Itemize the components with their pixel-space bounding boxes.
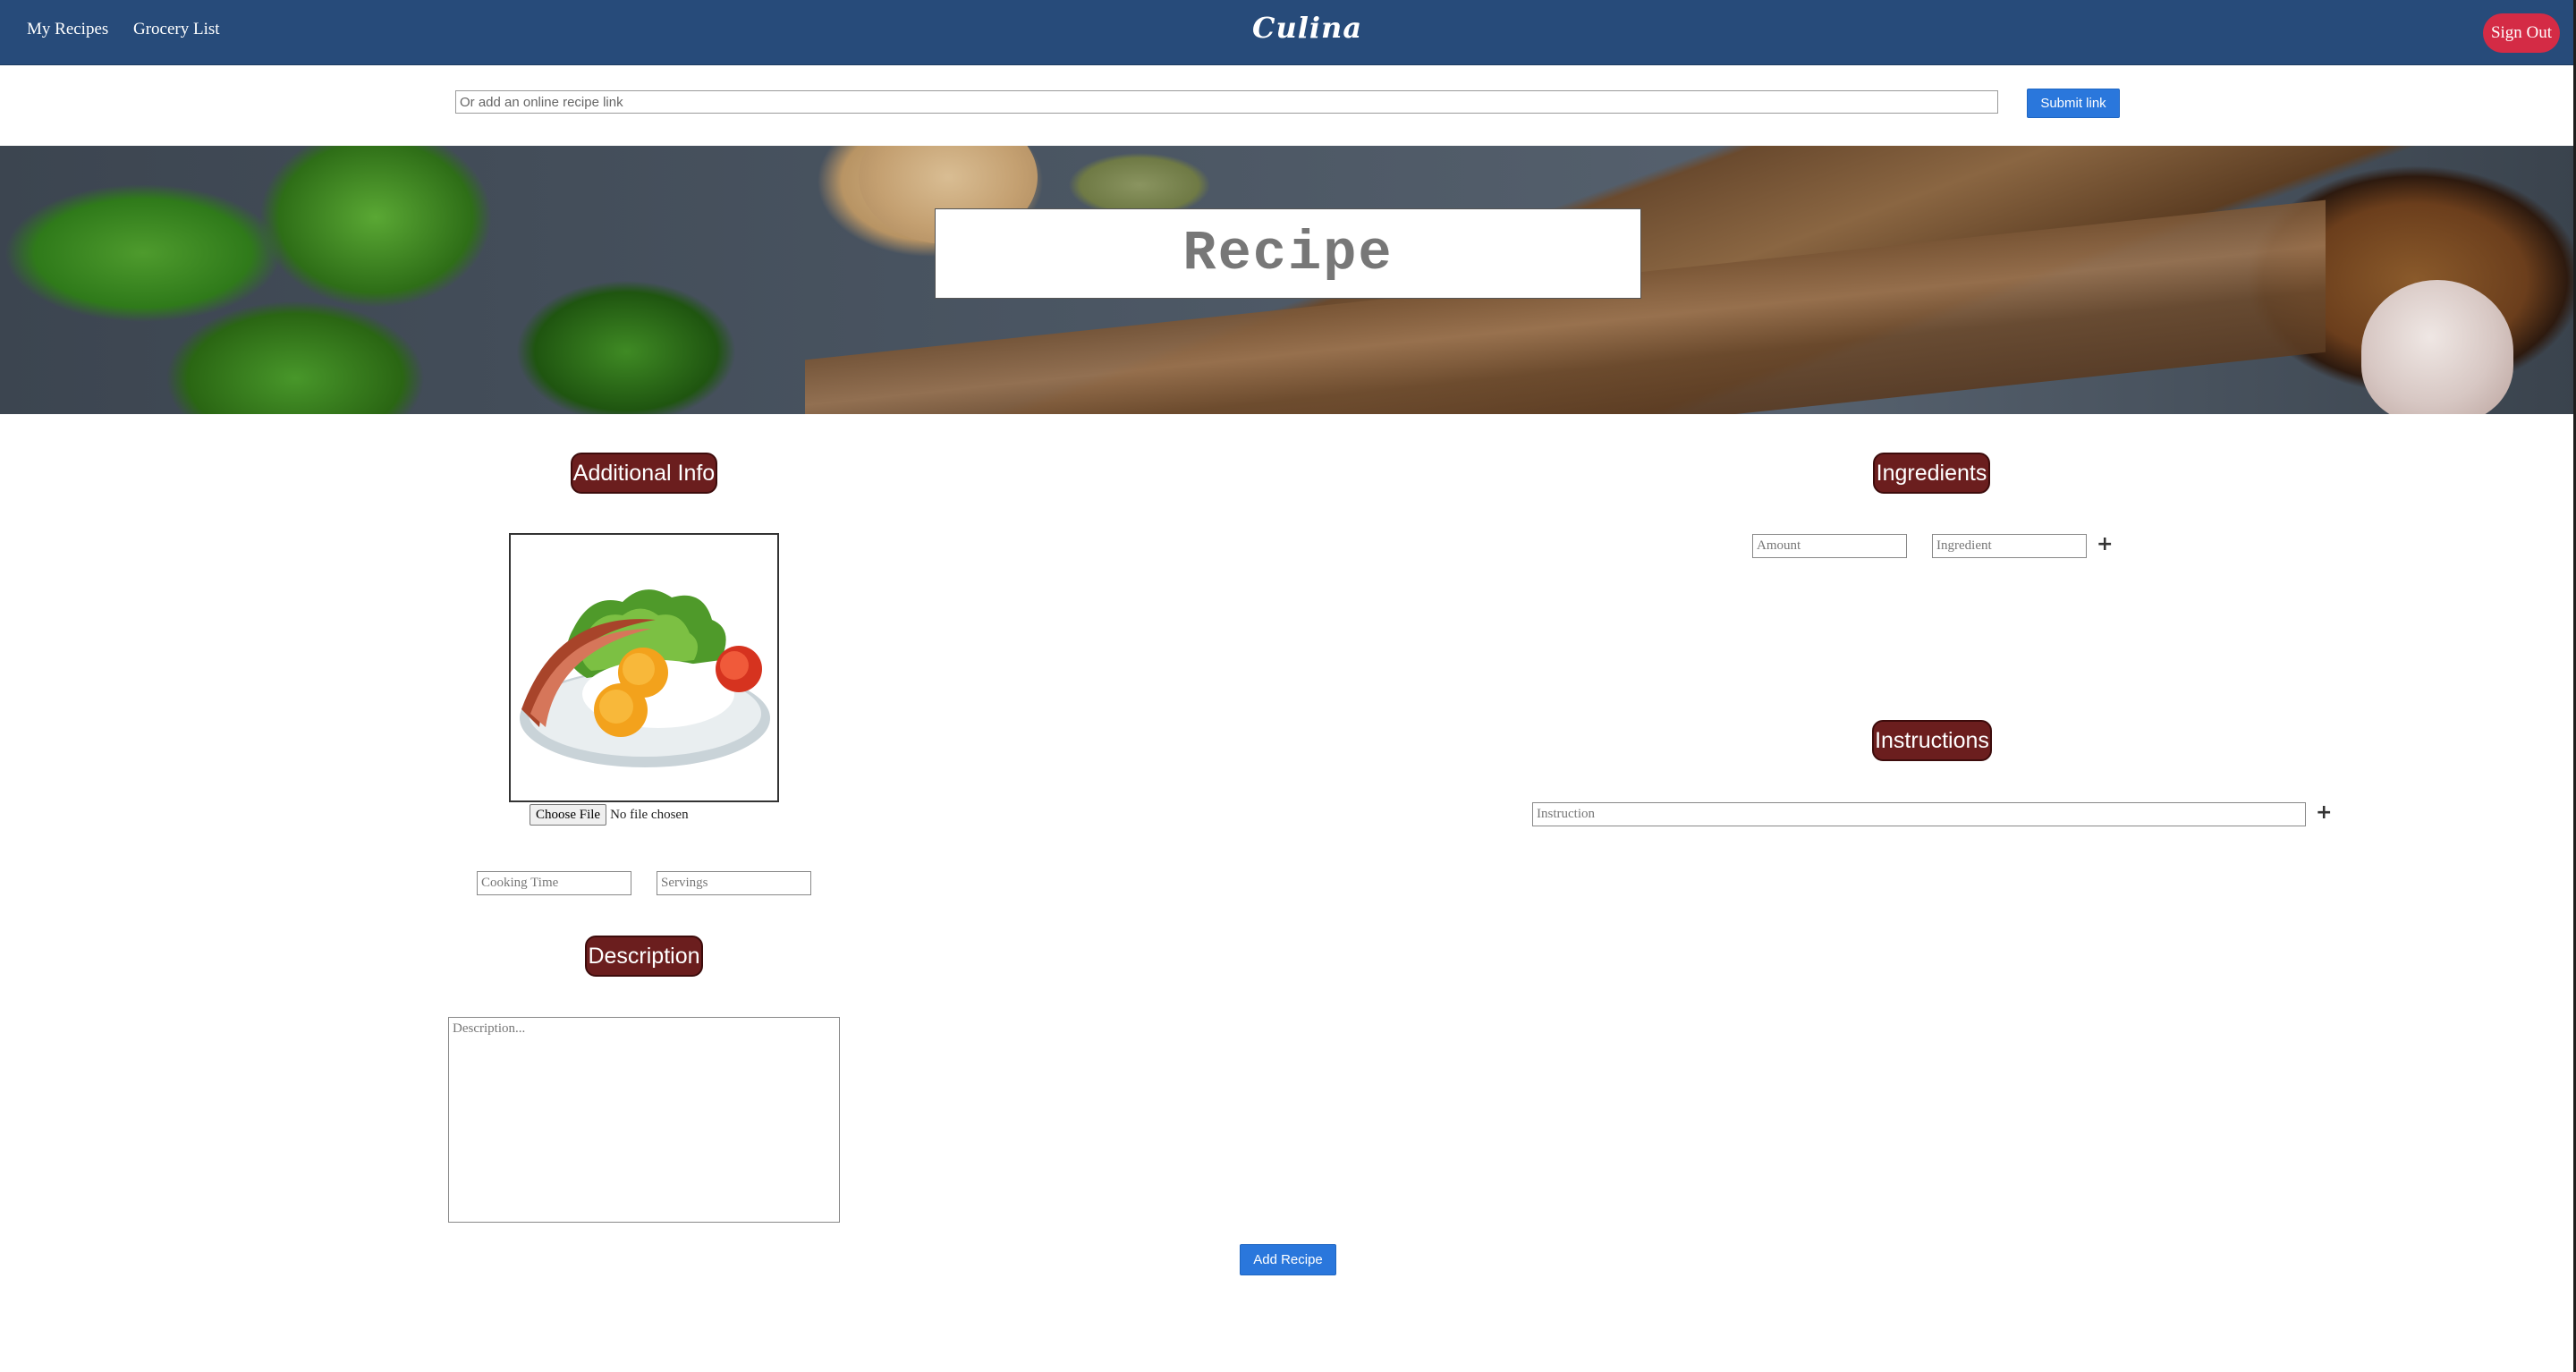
- recipe-photo: [509, 533, 779, 802]
- navbar: My Recipes Grocery List Culina Sign Out: [0, 0, 2576, 65]
- file-status: No file chosen: [610, 807, 689, 822]
- nav-my-recipes[interactable]: My Recipes: [27, 20, 108, 39]
- hero-garlic: [2361, 280, 2513, 414]
- amount-input[interactable]: [1752, 534, 1907, 558]
- recipe-link-input[interactable]: [455, 90, 1998, 114]
- add-instruction-icon[interactable]: +: [2316, 803, 2332, 823]
- sign-out-button[interactable]: Sign Out: [2483, 13, 2560, 53]
- recipe-title-field[interactable]: Recipe: [935, 208, 1641, 299]
- food-plate-illustration: [520, 589, 770, 767]
- ingredients-heading: Ingredients: [1873, 453, 1990, 494]
- description-textarea[interactable]: [448, 1017, 840, 1223]
- nav-grocery-list[interactable]: Grocery List: [133, 20, 220, 39]
- add-recipe-button[interactable]: Add Recipe: [1240, 1244, 1336, 1275]
- add-ingredient-icon[interactable]: +: [2097, 535, 2113, 555]
- file-upload: Choose File No file chosen: [530, 803, 689, 826]
- servings-input[interactable]: [657, 871, 811, 895]
- recipe-title-placeholder: Recipe: [1182, 222, 1394, 285]
- cooking-time-input[interactable]: [477, 871, 631, 895]
- instructions-heading: Instructions: [1872, 720, 1992, 761]
- choose-file-button[interactable]: Choose File: [530, 804, 607, 826]
- ingredient-input[interactable]: [1932, 534, 2087, 558]
- brand-logo[interactable]: Culina: [1252, 11, 1361, 45]
- description-heading: Description: [585, 936, 703, 977]
- submit-link-button[interactable]: Submit link: [2027, 89, 2120, 118]
- additional-info-heading: Additional Info: [571, 453, 717, 494]
- instruction-input[interactable]: [1532, 802, 2306, 826]
